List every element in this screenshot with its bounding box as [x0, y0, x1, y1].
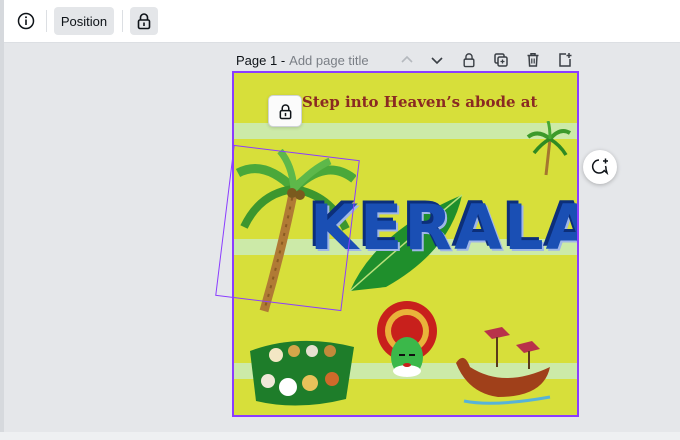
- position-label: Position: [60, 13, 108, 29]
- duplicate-icon: [494, 53, 508, 67]
- delete-page-button[interactable]: [522, 49, 544, 71]
- snake-boat-illustration[interactable]: [454, 327, 558, 409]
- lock-page-button[interactable]: [458, 49, 480, 71]
- comment-add-icon: [591, 158, 609, 176]
- page-title-input[interactable]: Add page title: [289, 53, 369, 68]
- trash-icon: [527, 53, 539, 67]
- headline-text[interactable]: Step into Heaven’s abode at: [302, 93, 537, 111]
- element-lock-button[interactable]: [268, 95, 302, 127]
- left-edge: [0, 0, 4, 440]
- move-page-up-button[interactable]: [396, 49, 418, 71]
- small-palm-illustration[interactable]: [526, 121, 572, 177]
- toolbar-divider: [122, 10, 123, 32]
- position-button[interactable]: Position: [54, 7, 114, 35]
- add-page-button[interactable]: [554, 49, 576, 71]
- lock-icon: [279, 103, 291, 119]
- chevron-up-icon: [401, 55, 413, 63]
- duplicate-page-button[interactable]: [490, 49, 512, 71]
- add-comment-button[interactable]: [583, 150, 617, 184]
- sadya-meal-illustration[interactable]: [248, 335, 356, 407]
- top-toolbar: Position: [4, 0, 680, 43]
- page-header: Page 1 - Add page title: [236, 51, 369, 69]
- lock-button[interactable]: [130, 7, 158, 35]
- page-label: Page 1 -: [236, 52, 286, 68]
- kathakali-illustration[interactable]: [372, 301, 442, 385]
- info-button[interactable]: [12, 7, 40, 35]
- toolbar-divider: [46, 10, 47, 32]
- chevron-down-icon: [431, 57, 443, 65]
- selection-frame[interactable]: [215, 144, 360, 312]
- lock-icon: [137, 13, 151, 30]
- add-page-icon: [559, 53, 572, 67]
- lock-icon: [463, 53, 475, 68]
- info-icon: [17, 12, 35, 30]
- bottom-strip: [0, 432, 680, 440]
- move-page-down-button[interactable]: [426, 49, 448, 71]
